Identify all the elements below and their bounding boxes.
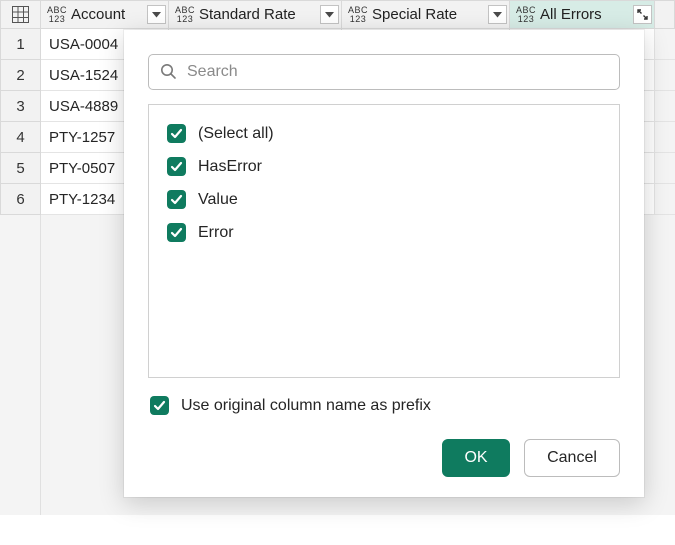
type-any-icon[interactable]: ABC123 (45, 4, 69, 26)
chevron-down-icon[interactable] (488, 5, 507, 24)
search-icon (159, 62, 177, 83)
column-header-label: Account (71, 6, 145, 23)
column-header-label: All Errors (540, 6, 631, 23)
column-header[interactable]: ABC123Special Rate (342, 0, 510, 29)
row-number[interactable]: 2 (0, 60, 41, 91)
option-label: Error (198, 224, 234, 242)
column-header[interactable]: ABC123All Errors (510, 0, 655, 29)
search-input-container[interactable] (148, 54, 620, 90)
option-row[interactable]: (Select all) (163, 117, 605, 150)
checkbox[interactable] (167, 124, 186, 143)
column-header-label: Special Rate (372, 6, 486, 23)
checkbox[interactable] (167, 223, 186, 242)
option-row[interactable]: Error (163, 216, 605, 249)
row-number[interactable]: 1 (0, 29, 41, 60)
type-any-icon[interactable]: ABC123 (346, 4, 370, 26)
column-header-label: Standard Rate (199, 6, 318, 23)
type-any-icon[interactable]: ABC123 (173, 4, 197, 26)
type-any-icon[interactable]: ABC123 (514, 4, 538, 26)
chevron-down-icon[interactable] (320, 5, 339, 24)
checkbox[interactable] (167, 157, 186, 176)
option-row[interactable]: Value (163, 183, 605, 216)
search-input[interactable] (185, 62, 609, 82)
expand-column-popup: (Select all) HasError Value Error Use origi… (124, 30, 644, 497)
table-corner-icon[interactable] (0, 0, 41, 29)
cancel-button[interactable]: Cancel (524, 439, 620, 477)
use-prefix-checkbox[interactable] (150, 396, 169, 415)
option-label: Value (198, 191, 238, 209)
chevron-down-icon[interactable] (147, 5, 166, 24)
expand-icon[interactable] (633, 5, 652, 24)
row-number[interactable]: 5 (0, 153, 41, 184)
row-number[interactable]: 4 (0, 122, 41, 153)
option-row[interactable]: HasError (163, 150, 605, 183)
column-header[interactable]: ABC123Standard Rate (169, 0, 342, 29)
option-label: (Select all) (198, 125, 274, 143)
ok-button[interactable]: OK (442, 439, 510, 477)
use-prefix-label: Use original column name as prefix (181, 397, 431, 415)
row-number[interactable]: 6 (0, 184, 41, 215)
column-header[interactable]: ABC123Account (41, 0, 169, 29)
row-number[interactable]: 3 (0, 91, 41, 122)
option-label: HasError (198, 158, 262, 176)
checkbox[interactable] (167, 190, 186, 209)
column-options-list: (Select all) HasError Value Error (148, 104, 620, 378)
